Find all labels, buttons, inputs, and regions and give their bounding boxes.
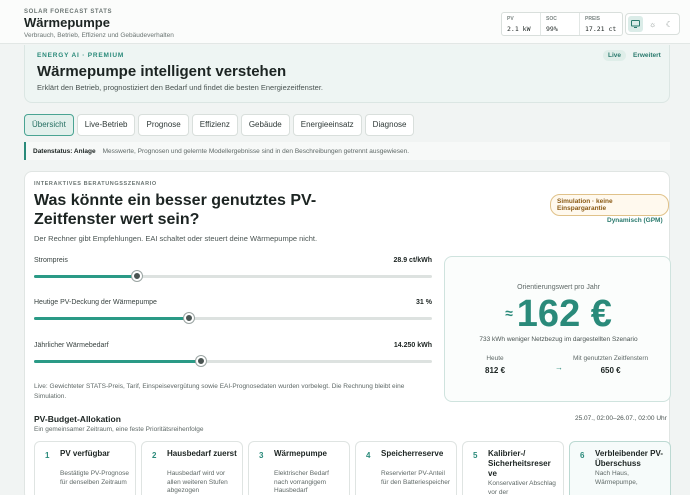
today-label: Heute: [486, 355, 504, 362]
tab-diagnose[interactable]: Diagnose: [364, 114, 415, 136]
page-subtitle: Verbrauch, Betrieb, Effizienz und Gebäud…: [24, 32, 174, 39]
hero-description: Erklärt den Betrieb, prognostiziert den …: [37, 83, 324, 92]
stat-label: PV: [507, 16, 514, 22]
moon-icon[interactable]: ☾: [662, 16, 677, 32]
result-label: Orientierungswert pro Jahr: [517, 284, 600, 291]
allocation-step: 3 Wärmepumpe Elektrischer Bedarf nach vo…: [248, 441, 350, 495]
step-description: Hausbedarf wird vor allen weiteren Stufe…: [167, 470, 228, 494]
pricing-mode-link[interactable]: Dynamisch (GPM): [607, 217, 663, 224]
today-value: 812 €: [485, 366, 506, 375]
data-status-bar: Datenstatus: Anlage Messwerte, Prognosen…: [24, 142, 670, 160]
app-header: SOLAR FORECAST STATS Wärmepumpe Verbrauc…: [0, 0, 690, 44]
tab-energieeinsatz[interactable]: Energieeinsatz: [292, 114, 362, 136]
allocation-subtitle: Ein gemeinsamer Zeitraum, eine feste Pri…: [34, 426, 204, 433]
tab-prognose[interactable]: Prognose: [138, 114, 189, 136]
tab-gebaeude[interactable]: Gebäude: [240, 114, 290, 136]
slider-label: Strompreis: [34, 257, 68, 264]
data-status-text: Messwerte, Prognosen und gelernte Modell…: [102, 147, 410, 155]
stat-label: SOC: [546, 16, 557, 22]
stat-price: PREIS 17.21 ct: [580, 13, 622, 35]
monitor-icon[interactable]: [628, 16, 643, 32]
slider-fill: [34, 360, 202, 363]
hero-panel: ENERGY AI · PREMIUM Wärmepumpe intellige…: [24, 45, 670, 103]
live-stats: PV 2.1 kW SOC 99% PREIS 17.21 ct: [501, 12, 623, 36]
slider-thumb[interactable]: [184, 313, 195, 323]
step-title: PV verfügbar: [60, 449, 110, 458]
tab-live-betrieb[interactable]: Live-Betrieb: [76, 114, 136, 136]
result-panel: Orientierungswert pro Jahr ≈162 € 733 kW…: [444, 256, 671, 402]
slider-fill: [34, 317, 190, 320]
hero-title: Wärmepumpe intelligent verstehen: [37, 63, 287, 80]
step-description: Reservierter PV-Anteil für den Batteries…: [381, 470, 451, 486]
slider-track[interactable]: [34, 313, 432, 323]
result-value: ≈162 €: [445, 293, 672, 336]
stat-pv: PV 2.1 kW: [502, 13, 541, 35]
tab-effizienz[interactable]: Effizienz: [191, 114, 238, 136]
allocation-step: 1 PV verfügbar Bestätigte PV-Prognose fü…: [34, 441, 136, 495]
allocation-title: PV-Budget-Allokation: [34, 414, 121, 424]
step-description: Konservativer Abschlag vor der: [488, 480, 556, 495]
page-title: Wärmepumpe: [24, 15, 110, 30]
stat-soc: SOC 99%: [541, 13, 580, 35]
slider-fill: [34, 275, 138, 278]
result-optimized: Mit genutzten Zeitfenstern 650 €: [573, 355, 648, 375]
slider-label: Heutige PV-Deckung der Wärmepumpe: [34, 299, 157, 306]
allocation-step: 4 Speicherreserve Reservierter PV-Anteil…: [355, 441, 457, 495]
step-number: 4: [366, 451, 371, 460]
slider-label: Jährlicher Wärmebedarf: [34, 342, 109, 349]
step-description: Nach Haus, Wärmepumpe,: [595, 470, 638, 486]
step-description: Elektrischer Bedarf nach vorrangigem Hau…: [274, 470, 329, 494]
step-title: Speicherreserve: [381, 449, 444, 458]
approx-sign: ≈: [505, 305, 513, 321]
scenario-card: INTERAKTIVES BERATUNGSSZENARIO Was könnt…: [24, 171, 671, 495]
advanced-link[interactable]: Erweitert: [633, 52, 661, 59]
slider-value: 28.9 ct/kWh: [393, 257, 432, 264]
slider-thumb[interactable]: [132, 271, 143, 281]
result-amount: 162 €: [516, 293, 612, 335]
allocation-step: 5 Kalibrier-/ Sicherheitsreser ve Konser…: [462, 441, 564, 495]
slider-track[interactable]: [34, 271, 432, 281]
scenario-description: Der Rechner gibt Empfehlungen. EAI schal…: [34, 234, 318, 243]
data-status-label: Datenstatus: Anlage: [33, 147, 96, 155]
step-title: Kalibrier-/ Sicherheitsreser ve: [488, 449, 551, 478]
stat-value: 17.21 ct: [585, 25, 617, 33]
step-title: Wärmepumpe: [274, 449, 327, 458]
result-today: Heute 812 €: [485, 355, 505, 375]
arrow-right-icon: →: [555, 363, 563, 372]
allocation-step: 6 Verbleibender PV-Überschuss Nach Haus,…: [569, 441, 671, 495]
stat-label: PREIS: [585, 16, 601, 22]
step-number: 6: [580, 451, 585, 460]
slider-value: 14.250 kWh: [393, 342, 432, 349]
slider-thumb[interactable]: [196, 356, 207, 366]
sun-icon[interactable]: ☼: [645, 16, 660, 32]
allocation-step: 2 Hausbedarf zuerst Hausbedarf wird vor …: [141, 441, 243, 495]
optimized-label: Mit genutzten Zeitfenstern: [573, 355, 649, 362]
live-badge: Live: [603, 50, 627, 61]
optimized-value: 650 €: [600, 366, 621, 375]
step-title: Hausbedarf zuerst: [167, 449, 237, 458]
tab-uebersicht[interactable]: Übersicht: [24, 114, 74, 136]
theme-switcher: ☼ ☾: [625, 13, 680, 35]
tab-bar: Übersicht Live-Betrieb Prognose Effizien…: [24, 114, 415, 136]
step-number: 1: [45, 451, 50, 460]
live-note: Live: Gewichteter STATS-Preis, Tarif, Ei…: [34, 383, 405, 400]
step-description: Bestätigte PV-Prognose für denselben Zei…: [60, 470, 130, 486]
allocation-range: 25.07., 02:00–26.07., 02:00 Uhr: [575, 415, 667, 422]
step-number: 3: [259, 451, 264, 460]
step-number: 2: [152, 451, 157, 460]
slider-track[interactable]: [34, 356, 432, 366]
step-title: Verbleibender PV-Überschuss: [595, 449, 664, 468]
stat-value: 99%: [546, 25, 558, 33]
scenario-kicker: INTERAKTIVES BERATUNGSSZENARIO: [34, 181, 157, 187]
slider-value: 31 %: [416, 299, 432, 306]
scenario-title: Was könnte ein besser genutztes PV-Zeitf…: [34, 192, 317, 228]
hero-kicker: ENERGY AI · PREMIUM: [37, 52, 125, 59]
result-subtext: 733 kWh weniger Netzbezug im dargestellt…: [479, 336, 638, 343]
allocation-steps: 1 PV verfügbar Bestätigte PV-Prognose fü…: [34, 441, 671, 495]
stat-value: 2.1 kW: [507, 25, 531, 33]
simulation-badge: Simulation · keine Einspargarantie: [550, 194, 669, 216]
step-number: 5: [473, 451, 478, 460]
